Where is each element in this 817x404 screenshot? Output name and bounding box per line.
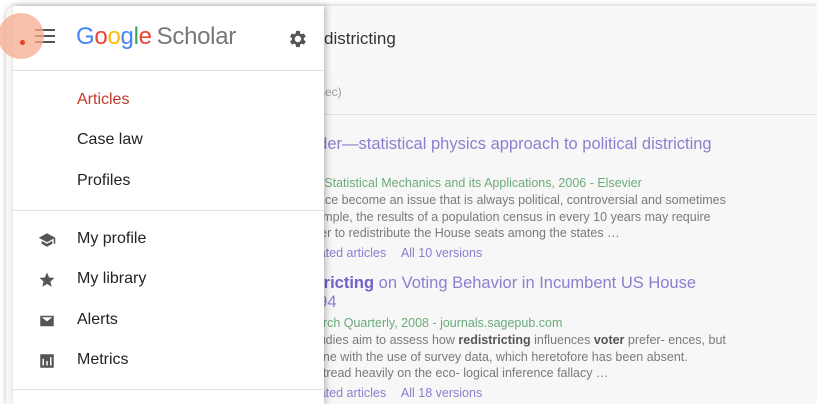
nav-item-label: Alerts [77,311,118,328]
result-1-title-text: nder—statistical physics approach to pol… [309,135,712,153]
snippet-line: studies aim to assess how redistricting … [309,333,726,347]
result-2-title-text: on Voting Behavior in Incumbent US House [374,274,697,292]
result-2-links: elated articles All 18 versions [309,386,494,400]
all-versions-link[interactable]: All 18 versions [401,386,482,400]
result-2-title[interactable]: stricting on Voting Behavior in Incumben… [309,274,696,293]
nav-item-my-library[interactable]: My library [13,260,324,300]
nav-item-case-law[interactable]: Case law [13,121,324,161]
snippet-line: since become an issue that is always pol… [309,193,726,207]
nav-item-alerts[interactable]: Alerts [13,301,324,341]
results-divider [309,114,817,115]
result-1-title[interactable]: nder—statistical physics approach to pol… [309,135,712,154]
drawer-divider [13,210,324,211]
nav-item-label: My profile [77,230,147,247]
nav-item-label: My library [77,270,147,287]
star-icon [39,272,55,287]
snippet-line: rder to redistribute the House seats amo… [309,226,620,240]
result-1-snippet: since become an issue that is always pol… [309,192,726,242]
drawer-divider [13,389,324,390]
navigation-drawer: Google Scholar Articles Case law Profiles… [13,6,324,404]
search-input[interactable]: districting [324,29,396,49]
drawer-header: Google Scholar [13,6,324,71]
nav-item-label: Metrics [77,351,129,368]
cursor-dot [20,40,25,45]
nav-item-label: Case law [77,131,143,148]
envelope-icon [40,315,54,327]
nav-item-metrics[interactable]: Metrics [13,341,324,381]
cursor-highlight [0,13,44,59]
all-versions-link[interactable]: All 10 versions [401,246,482,260]
nav-item-profiles[interactable]: Profiles [13,162,324,202]
result-1-links: elated articles All 10 versions [309,246,494,260]
snippet-line: done with the use of survey data, which … [309,349,688,364]
snippet-line: to tread heavily on the eco- logical inf… [309,366,609,380]
gear-icon[interactable] [286,28,308,50]
result-2-meta: earch Quarterly, 2008 - journals.sagepub… [309,316,563,330]
nav-item-label: Profiles [77,172,131,189]
google-scholar-logo[interactable]: Google Scholar [76,23,236,51]
nav-item-my-profile[interactable]: My profile [13,220,324,260]
metrics-icon [40,354,54,368]
nav-item-articles[interactable]: Articles [13,81,324,121]
snippet-line: xample, the results of a population cens… [309,209,711,224]
result-2-snippet: studies aim to assess how redistricting … [309,332,726,382]
nav-item-label: Articles [77,91,130,108]
result-1-meta: A: Statistical Mechanics and its Applica… [309,176,642,190]
graduation-cap-icon [38,233,56,247]
